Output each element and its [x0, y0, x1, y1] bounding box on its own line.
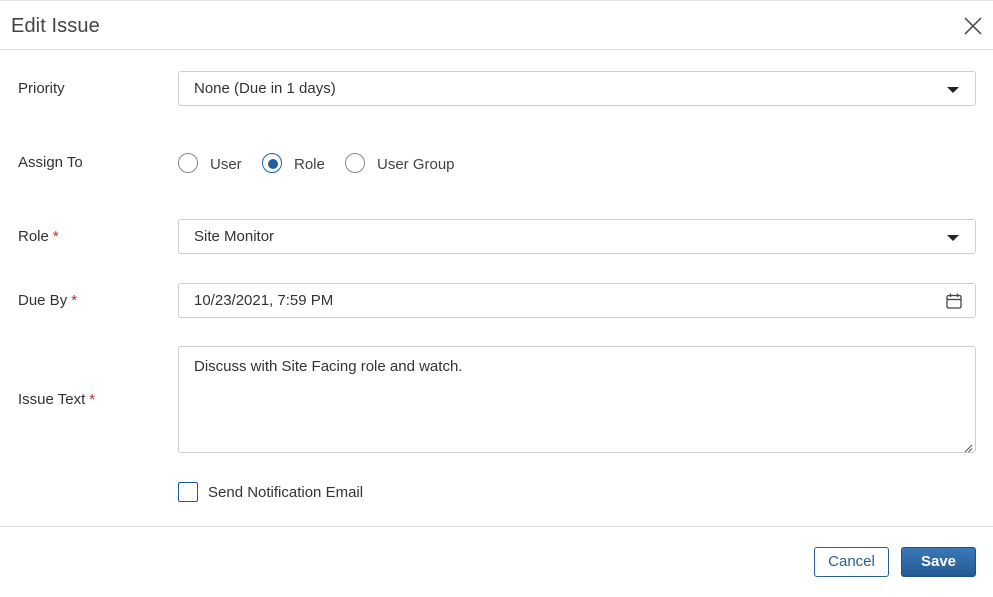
- radio-circle[interactable]: [345, 153, 365, 173]
- dialog-header: Edit Issue: [0, 0, 993, 50]
- role-select[interactable]: Site Monitor: [178, 219, 976, 254]
- assign-to-label: Assign To: [18, 154, 83, 171]
- dialog-title: Edit Issue: [11, 15, 100, 37]
- role-value: Site Monitor: [194, 228, 275, 245]
- resize-grip-icon[interactable]: [963, 440, 973, 453]
- caret-down-icon: [947, 87, 959, 93]
- priority-select[interactable]: None (Due in 1 days): [178, 71, 976, 106]
- cancel-button[interactable]: Cancel: [814, 547, 889, 577]
- radio-dot: [268, 159, 278, 169]
- due-by-label-text: Due By: [18, 292, 68, 309]
- close-icon[interactable]: [962, 15, 984, 37]
- radio-user-group-label: User Group: [377, 156, 455, 173]
- save-button[interactable]: Save: [901, 547, 976, 577]
- radio-circle-selected[interactable]: [262, 153, 282, 173]
- send-notification-checkbox[interactable]: [178, 482, 198, 502]
- caret-down-icon: [947, 235, 959, 241]
- issue-text-value: Discuss with Site Facing role and watch.: [194, 358, 463, 375]
- calendar-icon[interactable]: [945, 292, 963, 310]
- radio-circle[interactable]: [178, 153, 198, 173]
- required-mark: *: [71, 292, 78, 309]
- due-by-input[interactable]: 10/23/2021, 7:59 PM: [178, 283, 976, 318]
- role-label-text: Role: [18, 228, 49, 245]
- due-by-label: Due By *: [18, 292, 77, 309]
- issue-text-textarea[interactable]: Discuss with Site Facing role and watch.: [178, 346, 976, 453]
- priority-label: Priority: [18, 80, 65, 97]
- priority-value: None (Due in 1 days): [194, 80, 336, 97]
- radio-role-label: Role: [294, 156, 325, 173]
- issue-text-label: Issue Text *: [18, 391, 95, 408]
- radio-user-label: User: [210, 156, 242, 173]
- issue-text-label-text: Issue Text: [18, 391, 86, 408]
- due-by-value: 10/23/2021, 7:59 PM: [194, 292, 334, 309]
- required-mark: *: [52, 228, 59, 245]
- role-label: Role *: [18, 228, 59, 245]
- required-mark: *: [89, 391, 96, 408]
- send-notification-label[interactable]: Send Notification Email: [208, 484, 363, 501]
- edit-issue-dialog: Edit Issue Priority None (Due in 1 days)…: [0, 0, 993, 597]
